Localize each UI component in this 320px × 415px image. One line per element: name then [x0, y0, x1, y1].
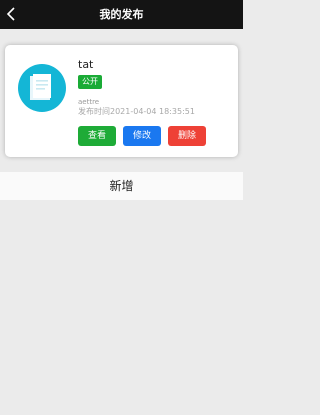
visibility-badge: 公开 — [78, 75, 102, 89]
publication-card: tat 公开 aettre 发布时间2021-04-04 18:35:51 查看… — [5, 45, 238, 157]
add-button[interactable]: 新增 — [0, 172, 243, 200]
thumbnail — [18, 64, 66, 112]
document-icon — [30, 74, 51, 100]
delete-button[interactable]: 删除 — [168, 126, 206, 146]
top-bar: 我的发布 — [0, 0, 243, 29]
author-name: aettre — [78, 98, 100, 106]
page-title: 我的发布 — [99, 8, 144, 21]
item-title[interactable]: tat — [78, 58, 93, 71]
publish-time: 发布时间2021-04-04 18:35:51 — [78, 107, 195, 116]
edit-button[interactable]: 修改 — [123, 126, 161, 146]
view-button[interactable]: 查看 — [78, 126, 116, 146]
